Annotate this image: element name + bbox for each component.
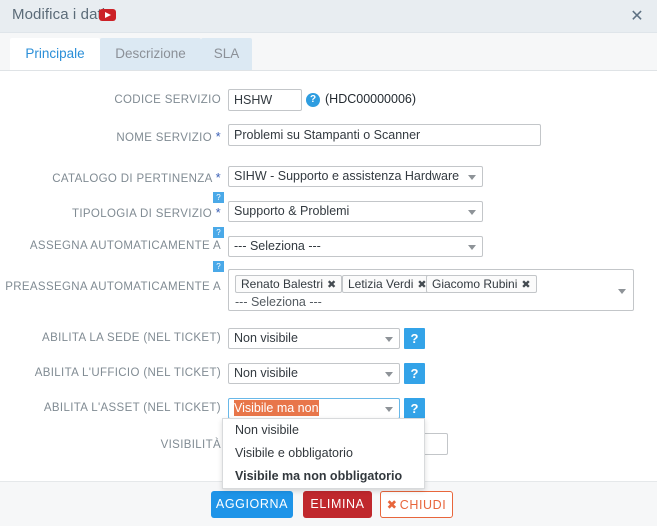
chip-remove-icon[interactable]: ✖ bbox=[327, 278, 336, 291]
chevron-down-icon bbox=[385, 337, 393, 342]
label-abilita-asset: ABILITA L'ASSET (NEL TICKET) bbox=[43, 402, 221, 414]
label-abilita-sede: ABILITA LA SEDE (NEL TICKET) bbox=[42, 332, 221, 344]
close-icon: ✖ bbox=[386, 497, 398, 512]
dropdown-option[interactable]: Non visibile bbox=[223, 419, 424, 442]
help-button-abilita-ufficio[interactable]: ? bbox=[404, 363, 425, 384]
nome-servizio-input[interactable]: Problemi su Stampanti o Scanner bbox=[228, 124, 541, 146]
label-visibilita: VISIBILITÀ bbox=[160, 439, 221, 451]
field-row-tipologia: ? TIPOLOGIA DI SERVIZIO * Supporto & Pro… bbox=[0, 192, 657, 223]
chip-label: Renato Balestri bbox=[241, 277, 324, 291]
codice-servizio-input[interactable]: HSHW bbox=[228, 89, 302, 111]
help-icon-preassegna[interactable]: ? bbox=[213, 261, 224, 272]
chip-item[interactable]: Renato Balestri ✖ bbox=[235, 275, 343, 293]
abilita-sede-select-value: Non visibile bbox=[234, 331, 298, 345]
chip-remove-icon[interactable]: ✖ bbox=[521, 278, 530, 291]
label-preassegna: PREASSEGNA AUTOMATICAMENTE A bbox=[5, 281, 221, 293]
aggiorna-button[interactable]: AGGIORNA bbox=[211, 491, 293, 518]
chevron-down-icon bbox=[468, 245, 476, 250]
required-marker-nome-servizio: * bbox=[215, 129, 221, 144]
modal-dialog: Modifica i dati ✕ Principale Descrizione… bbox=[0, 0, 657, 526]
field-row-preassegna: ? PREASSEGNA AUTOMATICAMENTE A Renato Ba… bbox=[0, 261, 657, 315]
chiudi-button[interactable]: ✖ CHIUDI bbox=[380, 491, 453, 518]
assegna-select-value: --- Seleziona --- bbox=[234, 239, 321, 253]
youtube-play-icon[interactable] bbox=[99, 9, 116, 21]
required-marker-tipologia: * bbox=[215, 205, 221, 220]
field-row-abilita-asset: ABILITA L'ASSET (NEL TICKET) Visibile ma… bbox=[0, 398, 657, 435]
abilita-ufficio-select[interactable]: Non visibile bbox=[228, 363, 400, 384]
chip-item[interactable]: Letizia Verdi ✖ bbox=[342, 275, 433, 293]
chevron-down-icon bbox=[385, 407, 393, 412]
label-catalogo: CATALOGO DI PERTINENZA * bbox=[52, 170, 221, 185]
abilita-asset-select[interactable]: Visibile ma non obbligatorio bbox=[228, 398, 400, 435]
help-icon-assegna[interactable]: ? bbox=[213, 227, 224, 238]
help-icon-codice-servizio[interactable]: ? bbox=[306, 93, 320, 107]
abilita-ufficio-select-value: Non visibile bbox=[234, 366, 298, 380]
tab-descrizione[interactable]: Descrizione bbox=[100, 38, 201, 71]
chevron-down-icon bbox=[618, 289, 626, 294]
dropdown-option[interactable]: Visibile e obbligatorio bbox=[223, 442, 424, 465]
dropdown-option-selected[interactable]: Visibile ma non obbligatorio bbox=[223, 465, 424, 488]
modal-header: Modifica i dati ✕ bbox=[0, 0, 657, 33]
field-row-codice-servizio: CODICE SERVIZIO HSHW ? (HDC00000006) bbox=[0, 89, 657, 113]
codice-servizio-generated-code: (HDC00000006) bbox=[325, 92, 417, 106]
label-catalogo-text: CATALOGO DI PERTINENZA bbox=[52, 173, 213, 185]
field-row-catalogo: CATALOGO DI PERTINENZA * SIHW - Supporto… bbox=[0, 166, 657, 188]
tab-principale[interactable]: Principale bbox=[10, 38, 100, 72]
catalogo-select[interactable]: SIHW - Supporto e assistenza Hardware bbox=[228, 166, 483, 187]
tab-sla[interactable]: SLA bbox=[201, 38, 252, 71]
label-abilita-ufficio: ABILITA L'UFFICIO (NEL TICKET) bbox=[34, 367, 221, 379]
assegna-select[interactable]: --- Seleziona --- bbox=[228, 236, 483, 257]
chevron-down-icon bbox=[468, 175, 476, 180]
page-title: Modifica i dati bbox=[12, 6, 106, 23]
help-icon-tipologia[interactable]: ? bbox=[213, 192, 224, 203]
label-codice-servizio: CODICE SERVIZIO bbox=[114, 94, 221, 106]
tipologia-select[interactable]: Supporto & Problemi bbox=[228, 201, 483, 222]
label-nome-servizio-text: NOME SERVIZIO bbox=[116, 132, 213, 144]
close-icon[interactable]: ✕ bbox=[627, 6, 647, 26]
field-row-abilita-ufficio: ABILITA L'UFFICIO (NEL TICKET) Non visib… bbox=[0, 363, 657, 385]
label-tipologia-text: TIPOLOGIA DI SERVIZIO bbox=[71, 208, 213, 220]
label-nome-servizio: NOME SERVIZIO * bbox=[116, 129, 221, 144]
abilita-sede-select[interactable]: Non visibile bbox=[228, 328, 400, 349]
elimina-button[interactable]: ELIMINA bbox=[303, 491, 372, 518]
label-tipologia: TIPOLOGIA DI SERVIZIO * bbox=[72, 205, 221, 220]
chip-label: Letizia Verdi bbox=[348, 277, 414, 291]
chip-item[interactable]: Giacomo Rubini ✖ bbox=[426, 275, 537, 293]
help-button-abilita-asset[interactable]: ? bbox=[404, 398, 425, 419]
abilita-asset-dropdown-list[interactable]: Non visibile Visibile e obbligatorio Vis… bbox=[222, 418, 425, 489]
chiudi-button-label: CHIUDI bbox=[399, 498, 447, 512]
field-row-nome-servizio: NOME SERVIZIO * Problemi su Stampanti o … bbox=[0, 124, 657, 148]
help-button-abilita-sede[interactable]: ? bbox=[404, 328, 425, 349]
required-marker-catalogo: * bbox=[215, 170, 221, 185]
field-row-assegna: ? ASSEGNA AUTOMATICAMENTE A --- Selezion… bbox=[0, 227, 657, 258]
label-assegna: ASSEGNA AUTOMATICAMENTE A bbox=[29, 240, 221, 252]
tab-bar: Principale Descrizione SLA bbox=[0, 33, 657, 72]
field-row-abilita-sede: ABILITA LA SEDE (NEL TICKET) Non visibil… bbox=[0, 328, 657, 350]
chevron-down-icon bbox=[385, 372, 393, 377]
chevron-down-icon bbox=[468, 210, 476, 215]
chip-label: Giacomo Rubini bbox=[432, 277, 518, 291]
catalogo-select-value: SIHW - Supporto e assistenza Hardware bbox=[234, 169, 460, 183]
preassegna-multiselect[interactable]: Renato Balestri ✖ Letizia Verdi ✖ Giacomo … bbox=[228, 269, 634, 311]
tipologia-select-value: Supporto & Problemi bbox=[234, 204, 350, 218]
preassegna-placeholder: --- Seleziona --- bbox=[235, 295, 322, 309]
